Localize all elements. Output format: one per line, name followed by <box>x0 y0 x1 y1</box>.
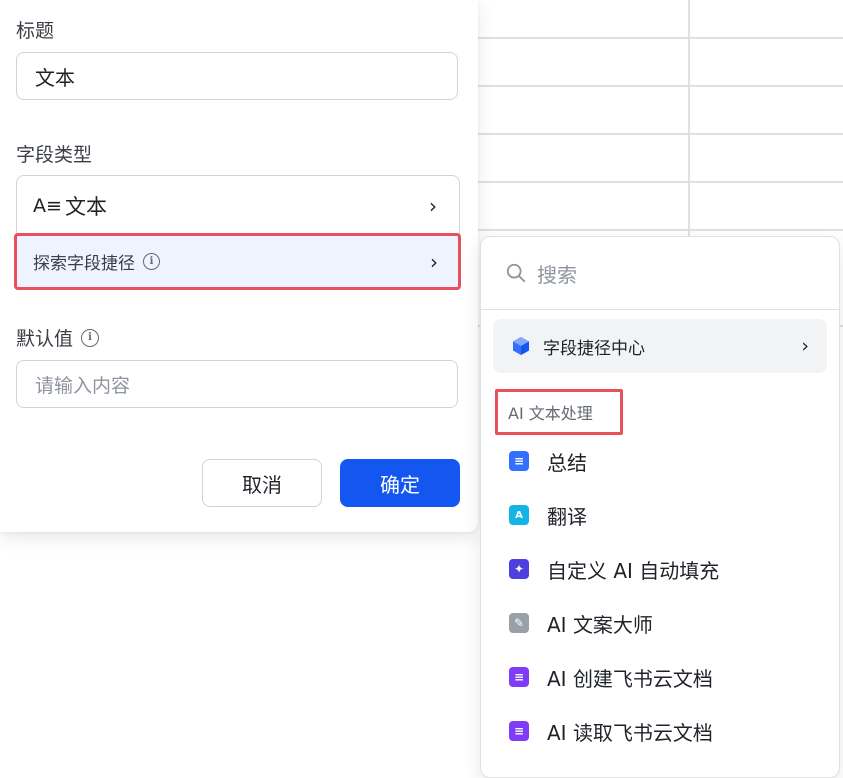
grid-row-line <box>478 133 843 135</box>
menu-item-label: AI 创建飞书云文档 <box>547 666 713 691</box>
title-label: 标题 <box>16 20 55 42</box>
create-doc-icon: ≡ <box>509 667 529 687</box>
menu-item-ai-read-doc[interactable]: ≡ AI 读取飞书云文档 <box>509 715 713 747</box>
search-icon <box>506 263 526 283</box>
shortcut-center-label: 字段捷径中心 <box>543 338 645 359</box>
info-icon[interactable]: i <box>81 328 100 347</box>
confirm-button[interactable]: 确定 <box>340 459 460 507</box>
menu-item-label: 翻译 <box>547 504 587 529</box>
chevron-right-icon: › <box>801 335 809 357</box>
menu-item-label: 总结 <box>547 450 587 475</box>
info-icon[interactable]: i <box>143 253 160 270</box>
grid-row-line <box>478 181 843 183</box>
grid-row-line <box>478 37 843 39</box>
title-input[interactable]: 文本 <box>16 52 458 100</box>
grid-row-line <box>478 85 843 87</box>
menu-item-translate[interactable]: A 翻译 <box>509 499 587 531</box>
shortcut-center-logo-icon <box>513 337 529 355</box>
field-type-row[interactable]: A≡ 文本 › <box>17 176 459 235</box>
menu-item-label: 自定义 AI 自动填充 <box>547 558 720 583</box>
field-shortcut-dropdown: 搜索 字段捷径中心 › AI 文本处理 ≡ 总结 A 翻译 ✦ 自定义 AI 自… <box>480 236 840 778</box>
field-config-panel: 标题 文本 字段类型 A≡ 文本 › 探索字段捷径 i › 默认值 i 请输入内… <box>0 0 478 532</box>
copywriter-icon: ✎ <box>509 613 529 633</box>
field-type-label: 字段类型 <box>16 144 93 166</box>
section-header-ai-text: AI 文本处理 <box>495 389 623 435</box>
sparkle-icon: ✦ <box>509 559 529 579</box>
search-bar[interactable]: 搜索 <box>481 237 839 310</box>
chevron-right-icon: › <box>430 249 438 274</box>
cancel-button[interactable]: 取消 <box>202 459 322 507</box>
translate-icon: A <box>509 505 529 525</box>
default-value-label: 默认值 <box>16 328 74 350</box>
menu-item-label: AI 读取飞书云文档 <box>547 720 713 745</box>
chevron-right-icon: › <box>429 193 437 218</box>
menu-item-custom-ai-fill[interactable]: ✦ 自定义 AI 自动填充 <box>509 553 719 585</box>
text-type-icon: A≡ <box>33 194 62 217</box>
default-value-label-row: 默认值 i <box>16 324 100 351</box>
menu-item-ai-create-doc[interactable]: ≡ AI 创建飞书云文档 <box>509 661 713 693</box>
read-doc-icon: ≡ <box>509 721 529 741</box>
menu-item-ai-copywriter[interactable]: ✎ AI 文案大师 <box>509 607 653 639</box>
summary-icon: ≡ <box>509 451 529 471</box>
shortcut-center-row[interactable]: 字段捷径中心 › <box>493 319 827 373</box>
explore-field-shortcut-row[interactable]: 探索字段捷径 i › <box>14 233 461 290</box>
grid-row-line <box>478 229 843 231</box>
explore-shortcut-label: 探索字段捷径 <box>33 254 135 274</box>
search-input[interactable]: 搜索 <box>537 259 577 288</box>
field-type-value: 文本 <box>65 194 107 219</box>
menu-item-summary[interactable]: ≡ 总结 <box>509 445 587 477</box>
default-value-input[interactable]: 请输入内容 <box>16 360 458 408</box>
menu-item-label: AI 文案大师 <box>547 612 653 637</box>
